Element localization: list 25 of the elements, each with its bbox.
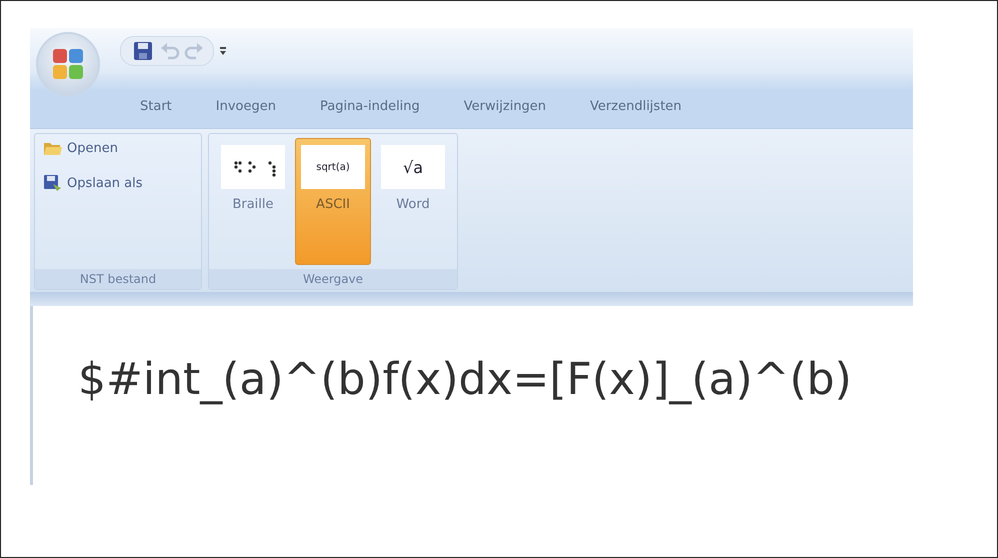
save-as-icon bbox=[43, 174, 63, 192]
office-logo-icon bbox=[50, 46, 86, 82]
button-label: Opslaan als bbox=[67, 176, 143, 190]
ribbon-tab[interactable]: Pagina-indeling bbox=[302, 95, 438, 128]
ribbon-button[interactable]: Opslaan als bbox=[41, 172, 195, 194]
dropdown-icon[interactable] bbox=[218, 45, 228, 57]
ribbon-tab[interactable]: Start bbox=[122, 95, 190, 128]
preview-text: sqrt(a) bbox=[301, 145, 365, 189]
ribbon-tab[interactable]: Invoegen bbox=[198, 95, 294, 128]
ribbon-tab[interactable]: Verzendlijsten bbox=[572, 95, 700, 128]
formula-text: $#int_(a)^(b)f(x)dx=[F(x)]_(a)^(b) bbox=[78, 354, 853, 405]
group-label: Weergave bbox=[209, 269, 457, 289]
group-label: NST bestand bbox=[35, 269, 201, 289]
save-icon bbox=[133, 41, 153, 61]
preview-text: √a bbox=[381, 145, 445, 189]
button-label: ASCII bbox=[316, 197, 350, 212]
view-button[interactable]: Braille bbox=[215, 138, 291, 265]
button-label: Braille bbox=[232, 197, 274, 212]
ribbon-button[interactable]: Openen bbox=[41, 138, 195, 158]
view-button[interactable]: √a Word bbox=[375, 138, 451, 265]
button-label: Openen bbox=[67, 140, 118, 156]
view-button[interactable]: sqrt(a) ASCII bbox=[295, 138, 371, 265]
button-label: Word bbox=[396, 197, 430, 212]
ribbon-tab[interactable]: Verwijzingen bbox=[446, 95, 564, 128]
folder-icon bbox=[43, 140, 63, 156]
